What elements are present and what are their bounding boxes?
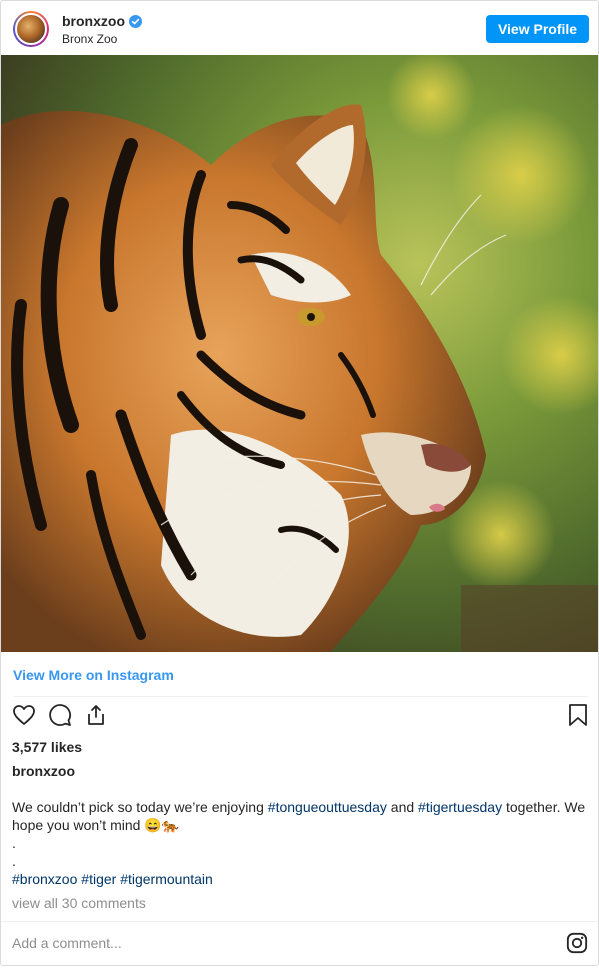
instagram-icon[interactable] xyxy=(566,932,588,954)
display-name: Bronx Zoo xyxy=(62,32,118,46)
hashtag-link[interactable]: #tigertuesday xyxy=(418,799,502,815)
caption: We couldn’t pick so today we’re enjoying… xyxy=(12,798,590,888)
hashtag-list: #bronxzoo #tiger #tigermountain xyxy=(12,870,590,888)
divider xyxy=(13,696,588,697)
caption-username[interactable]: bronxzoo xyxy=(12,763,75,779)
hashtag-link[interactable]: #tigermountain xyxy=(120,871,213,887)
share-icon[interactable] xyxy=(84,703,110,729)
view-profile-button[interactable]: View Profile xyxy=(486,15,589,43)
verified-badge-icon xyxy=(129,14,142,28)
caption-dot: . xyxy=(12,835,16,851)
add-comment-input[interactable]: Add a comment... xyxy=(12,935,122,951)
bookmark-icon[interactable] xyxy=(566,703,592,729)
likes-count[interactable]: 3,577 likes xyxy=(12,739,82,755)
comment-icon[interactable] xyxy=(48,703,74,729)
hashtag-link[interactable]: #bronxzoo xyxy=(12,871,77,887)
post-image[interactable] xyxy=(1,55,598,652)
view-comments-link[interactable]: view all 30 comments xyxy=(12,895,146,911)
hashtag-link[interactable]: #tongueouttuesday xyxy=(268,799,387,815)
caption-text: We couldn’t pick so today we’re enjoying xyxy=(12,799,268,815)
view-more-link[interactable]: View More on Instagram xyxy=(13,667,174,683)
caption-dot: . xyxy=(12,853,16,869)
avatar-image xyxy=(15,13,47,45)
username[interactable]: bronxzoo xyxy=(62,13,125,29)
heart-icon[interactable] xyxy=(12,703,38,729)
divider xyxy=(1,921,598,922)
hashtag-link[interactable]: #tiger xyxy=(81,871,116,887)
instagram-embed-card: bronxzoo Bronx Zoo View Profile View Mor… xyxy=(0,0,599,966)
avatar[interactable] xyxy=(13,11,49,47)
username-row: bronxzoo xyxy=(62,13,142,29)
action-bar xyxy=(1,703,598,733)
caption-text: and xyxy=(386,799,419,815)
post-header: bronxzoo Bronx Zoo View Profile xyxy=(1,1,598,55)
